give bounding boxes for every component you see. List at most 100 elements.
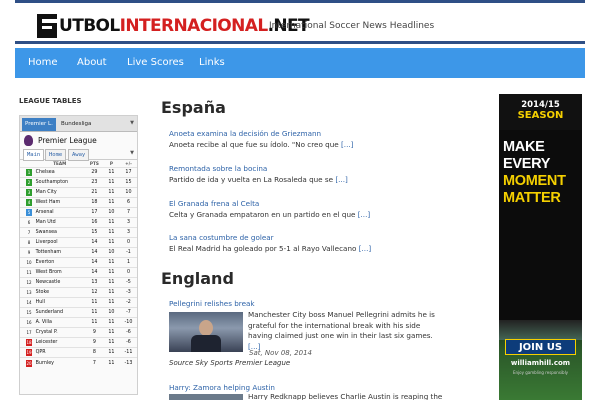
- position-badge: 8: [27, 239, 31, 245]
- read-more-link[interactable]: [...]: [335, 175, 347, 184]
- team-cell[interactable]: West Ham: [33, 196, 86, 208]
- tab-premier-league[interactable]: Premier L.: [22, 118, 56, 131]
- table-row: 11 West Brom 14 11 0: [20, 266, 137, 278]
- position-badge: 12: [26, 280, 32, 286]
- goal-diff-cell: 3: [119, 226, 137, 238]
- team-cell[interactable]: Leicester: [33, 337, 86, 348]
- news-thumbnail-image[interactable]: [169, 394, 243, 400]
- news-item: La sana costumbre de golear El Real Madr…: [169, 232, 371, 254]
- ad-slogan-line: MOMENT: [503, 173, 566, 189]
- table-row: 4 West Ham 18 11 6: [20, 196, 137, 208]
- goal-diff-cell: -1: [119, 246, 137, 258]
- nav-home[interactable]: Home: [28, 57, 58, 68]
- played-cell: 11: [102, 317, 120, 328]
- goal-diff-cell: 3: [119, 216, 137, 228]
- position-badge: 15: [26, 310, 32, 316]
- team-cell[interactable]: Newcastle: [33, 277, 86, 288]
- team-cell[interactable]: A. Villa: [33, 317, 86, 328]
- points-cell: 11: [85, 297, 103, 308]
- team-cell[interactable]: Southampton: [33, 176, 86, 188]
- news-headline-link[interactable]: Remontada sobre la bocina: [169, 164, 267, 173]
- ad-site-name: williamhill.com: [510, 359, 571, 367]
- nav-live-scores[interactable]: Live Scores: [127, 57, 184, 68]
- news-headline-link[interactable]: El Granada frena al Celta: [169, 199, 259, 208]
- news-headline-link[interactable]: La sana costumbre de golear: [169, 233, 274, 242]
- team-cell[interactable]: Crystal P.: [33, 327, 86, 338]
- news-body-text: Harry Redknapp believes Charlie Austin i…: [248, 392, 443, 400]
- table-row: 2 Southampton 23 11 15: [20, 176, 137, 188]
- ad-responsible-note: Enjoy gambling responsibly: [512, 370, 569, 375]
- team-cell[interactable]: Stoke: [33, 287, 86, 298]
- team-cell[interactable]: Burnley: [33, 357, 86, 368]
- played-cell: 11: [102, 357, 120, 368]
- position-badge: 10: [26, 259, 32, 265]
- table-row: 14 Hull 11 11 -2: [20, 297, 137, 308]
- goal-diff-cell: 6: [119, 196, 137, 208]
- team-cell[interactable]: Liverpool: [33, 236, 86, 248]
- position-cell: 9: [20, 246, 34, 258]
- played-cell: 11: [102, 256, 120, 268]
- team-cell[interactable]: Tottenham: [33, 246, 86, 258]
- news-body: Manchester City boss Manuel Pellegrini a…: [248, 310, 438, 352]
- goal-diff-cell: 0: [119, 236, 137, 248]
- goal-diff-cell: -11: [119, 347, 137, 358]
- col-team: TEAM: [53, 160, 67, 166]
- goal-diff-cell: -7: [119, 307, 137, 318]
- team-cell[interactable]: Everton: [33, 256, 86, 268]
- team-cell[interactable]: Sunderland: [33, 307, 86, 318]
- news-headline-link[interactable]: Pellegrini relishes break: [169, 299, 255, 308]
- ad-year: 2014/15: [521, 100, 560, 110]
- news-item: Remontada sobre la bocina Partido de ida…: [169, 163, 348, 185]
- table-row: 6 Man Utd 16 11 3: [20, 216, 137, 228]
- news-headline-link[interactable]: Harry: Zamora helping Austin: [169, 383, 275, 392]
- section-title-england: England: [161, 269, 234, 288]
- points-cell: 7: [85, 357, 103, 368]
- team-cell[interactable]: West Brom: [33, 266, 86, 278]
- news-thumbnail-image[interactable]: [169, 312, 243, 352]
- logo-text-red: INTERNACIONAL: [119, 16, 269, 36]
- ad-slogan-line: MAKE: [503, 139, 545, 155]
- ad-join-button[interactable]: JOIN US: [505, 339, 576, 355]
- position-badge: 11: [26, 269, 32, 275]
- team-cell[interactable]: Man City: [33, 186, 86, 198]
- news-date: Sat, Nov 08, 2014: [249, 349, 312, 357]
- nav-about[interactable]: About: [77, 57, 107, 68]
- advert-banner[interactable]: 2014/15 SEASON MAKE EVERY MOMENT MATTER …: [499, 94, 582, 400]
- team-cell[interactable]: Chelsea: [33, 166, 86, 178]
- team-cell[interactable]: Swansea: [33, 226, 86, 238]
- read-more-link[interactable]: [...]: [341, 140, 353, 149]
- position-badge: 3: [26, 188, 32, 196]
- tab-bundesliga[interactable]: Bundesliga: [58, 118, 94, 131]
- chevron-down-icon[interactable]: ▼: [130, 150, 134, 156]
- read-more-link[interactable]: [...]: [359, 244, 371, 253]
- position-cell: 16: [20, 317, 34, 328]
- position-cell: 6: [20, 216, 34, 228]
- league-title-row: Premier League: [20, 132, 137, 148]
- ad-season: SEASON: [517, 110, 564, 121]
- position-badge: 6: [27, 219, 31, 225]
- points-cell: 11: [85, 307, 103, 318]
- played-cell: 11: [102, 327, 120, 338]
- chevron-down-icon[interactable]: ▼: [130, 120, 134, 126]
- nav-links[interactable]: Links: [199, 57, 225, 68]
- team-cell[interactable]: Man Utd: [33, 216, 86, 228]
- played-cell: 11: [102, 287, 120, 298]
- col-goal-diff: +/-: [125, 160, 132, 166]
- ad-slogan-line: EVERY: [503, 156, 551, 172]
- news-headline-link[interactable]: Anoeta examina la decisión de Griezmann: [169, 129, 321, 138]
- subtab-main[interactable]: Main: [23, 149, 45, 161]
- played-cell: 11: [102, 347, 120, 358]
- read-more-link[interactable]: [...]: [358, 210, 370, 219]
- position-badge: 19: [26, 349, 32, 357]
- logo-text-prefix: UTBOL: [59, 16, 120, 36]
- position-cell: 12: [20, 277, 34, 288]
- position-cell: 1: [20, 166, 34, 178]
- points-cell: 9: [85, 327, 103, 338]
- team-cell[interactable]: QPR: [33, 347, 86, 358]
- subtab-away[interactable]: Away: [68, 149, 90, 161]
- subtab-home[interactable]: Home: [45, 149, 67, 161]
- team-cell[interactable]: Hull: [33, 297, 86, 308]
- team-cell[interactable]: Arsenal: [33, 206, 86, 218]
- col-pts: PTS: [89, 160, 99, 166]
- ad-season-badge: 2014/15 SEASON: [499, 94, 582, 130]
